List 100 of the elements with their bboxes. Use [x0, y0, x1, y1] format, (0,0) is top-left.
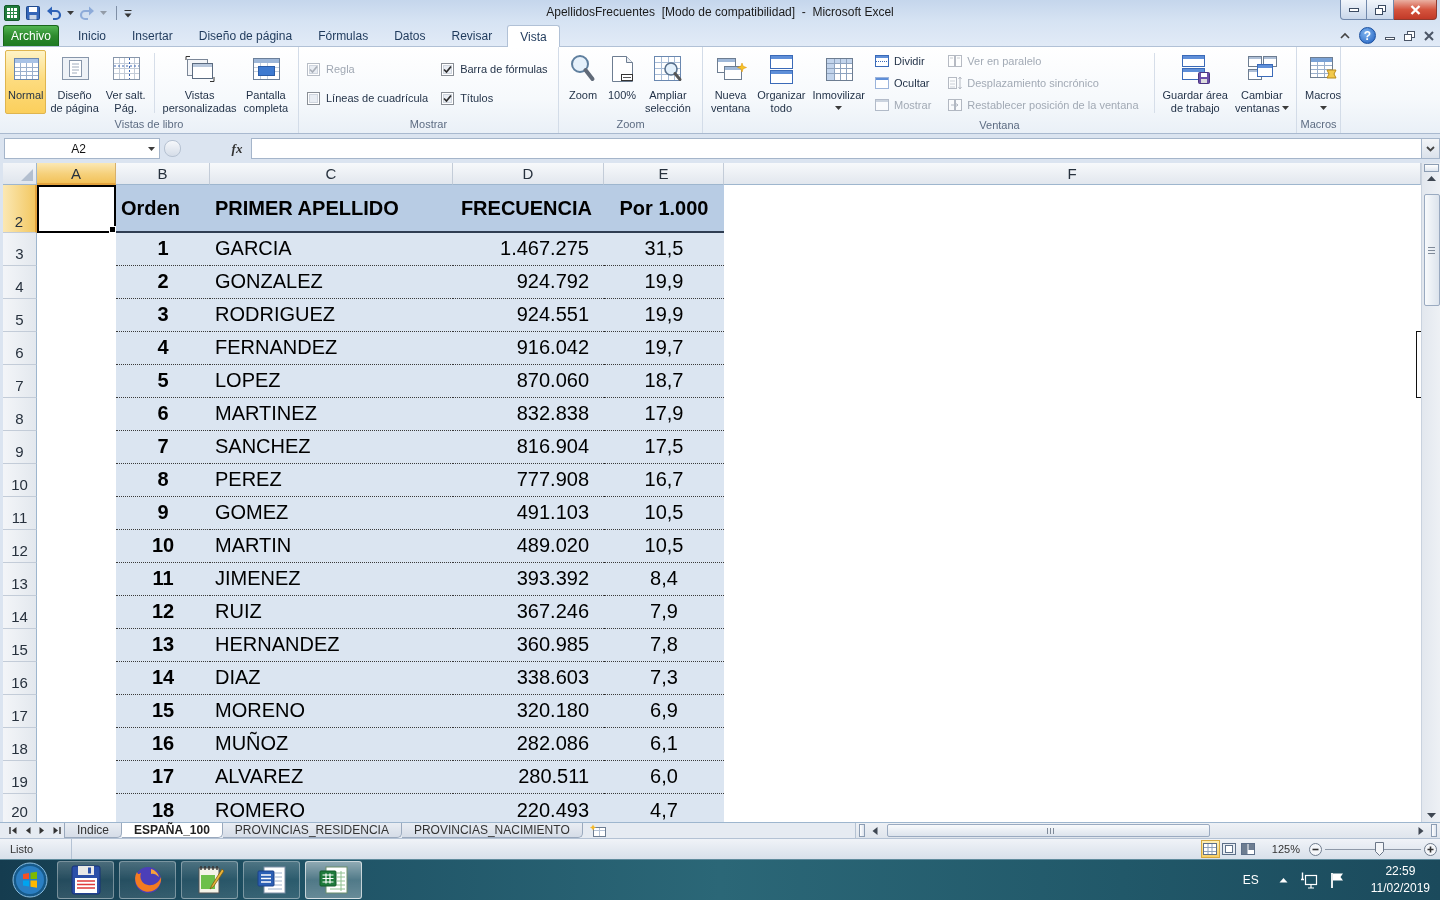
row-header[interactable]: 6: [3, 332, 37, 365]
scroll-right-icon[interactable]: [1417, 825, 1425, 836]
sheet-tab[interactable]: ESPAÑA_100: [122, 823, 223, 838]
view-button[interactable]: [1200, 840, 1220, 858]
checkbox-label[interactable]: Barra de fórmulas: [460, 63, 548, 75]
ribbon-button[interactable]: 100%: [603, 50, 641, 114]
row-header[interactable]: 8: [3, 398, 37, 431]
close-button[interactable]: [1394, 0, 1437, 20]
ribbon-button[interactable]: Macros: [1302, 50, 1345, 114]
taskbar-button[interactable]: [243, 861, 300, 899]
row-header[interactable]: 2: [3, 185, 37, 233]
row-header[interactable]: 14: [3, 596, 37, 629]
ribbon-button[interactable]: Pantalla completa: [240, 50, 292, 114]
column-header[interactable]: B: [116, 163, 210, 185]
minimize-button[interactable]: [1340, 0, 1367, 20]
flag-icon[interactable]: [1329, 871, 1345, 889]
row-header[interactable]: 20: [3, 794, 37, 822]
ribbon-button[interactable]: Vistas personalizadas: [159, 50, 240, 114]
caret-icon[interactable]: [67, 11, 74, 15]
row-header[interactable]: 3: [3, 233, 37, 266]
spreadsheet-icon[interactable]: [4, 5, 20, 21]
sheet-tab[interactable]: Indice: [64, 823, 123, 838]
save-icon[interactable]: [25, 5, 41, 21]
column-header[interactable]: E: [604, 163, 724, 185]
ribbon-button[interactable]: Zoom: [564, 50, 602, 114]
customize-icon[interactable]: [124, 8, 132, 18]
language-indicator[interactable]: ES: [1242, 873, 1259, 887]
undo-icon[interactable]: [46, 5, 62, 21]
restore-icon[interactable]: [1404, 30, 1415, 41]
formula-input[interactable]: [251, 138, 1422, 159]
checkbox[interactable]: [441, 91, 455, 105]
first-arrow-icon[interactable]: [9, 826, 17, 835]
name-box[interactable]: A2: [4, 138, 160, 159]
split-handle[interactable]: [1424, 164, 1439, 172]
caret-up-icon[interactable]: [1278, 877, 1288, 883]
left-arrow-icon[interactable]: [25, 826, 31, 835]
resize-handle[interactable]: [164, 140, 181, 157]
row-header[interactable]: 13: [3, 563, 37, 596]
close-icon[interactable]: [1424, 30, 1434, 41]
taskbar-button[interactable]: [181, 861, 238, 899]
row-header[interactable]: 10: [3, 464, 37, 497]
checkbox-label[interactable]: Títulos: [460, 92, 494, 104]
last-arrow-icon[interactable]: [53, 826, 61, 835]
taskbar-button[interactable]: [57, 861, 114, 899]
scroll-thumb[interactable]: [1423, 194, 1440, 306]
slider-thumb[interactable]: [1374, 842, 1384, 856]
ribbon-tab[interactable]: Datos: [381, 25, 439, 46]
split-handle[interactable]: [859, 824, 865, 837]
row-header[interactable]: 4: [3, 266, 37, 299]
view-button[interactable]: [1219, 840, 1239, 858]
ribbon-tab[interactable]: Revisar: [438, 25, 506, 46]
right-arrow-icon[interactable]: [39, 826, 45, 835]
ribbon-tab[interactable]: Fórmulas: [305, 25, 382, 46]
ribbon-button[interactable]: Ver salt. Pág.: [102, 50, 149, 114]
zoom-in-icon[interactable]: [1424, 842, 1437, 856]
sheet-tab[interactable]: PROVINCIAS_NACIMIENTO: [401, 823, 583, 838]
caret-icon[interactable]: [148, 146, 155, 151]
ribbon-button[interactable]: Cambiar ventanas: [1232, 50, 1292, 114]
row-header[interactable]: 11: [3, 497, 37, 530]
ribbon-tab[interactable]: Diseño de página: [185, 25, 306, 46]
ribbon-tab[interactable]: Insertar: [119, 25, 186, 46]
ribbon-button[interactable]: Diseño de página: [47, 50, 102, 114]
scroll-left-icon[interactable]: [871, 825, 879, 836]
ribbon-button[interactable]: Ocultar: [870, 73, 936, 93]
ribbon-tab[interactable]: Inicio: [65, 25, 120, 46]
column-header[interactable]: F: [724, 163, 1421, 185]
expand-button[interactable]: [1422, 138, 1440, 159]
column-header[interactable]: A: [37, 163, 116, 185]
chevron-up-icon[interactable]: [1340, 32, 1350, 39]
network-icon[interactable]: [1299, 871, 1318, 889]
restore-button[interactable]: [1367, 0, 1394, 20]
row-header[interactable]: 15: [3, 629, 37, 662]
ribbon-button[interactable]: Guardar área de trabajo: [1159, 50, 1231, 114]
row-header[interactable]: 12: [3, 530, 37, 563]
ribbon-tab[interactable]: Vista: [507, 25, 560, 47]
view-button[interactable]: [1238, 840, 1258, 858]
row-header[interactable]: 16: [3, 662, 37, 695]
ribbon-button[interactable]: Nueva ventana: [708, 50, 754, 114]
zoom-slider[interactable]: [1325, 842, 1421, 856]
new-sheet-icon[interactable]: [588, 824, 607, 837]
checkbox[interactable]: [441, 62, 455, 76]
row-header[interactable]: 17: [3, 695, 37, 728]
row-header[interactable]: 18: [3, 728, 37, 761]
ribbon-button[interactable]: Dividir: [870, 51, 936, 71]
checkbox[interactable]: [307, 91, 320, 105]
clock-button[interactable]: 22:59 11/02/2019: [1356, 863, 1440, 897]
insert-function-button[interactable]: fx: [225, 138, 249, 159]
row-header[interactable]: 19: [3, 761, 37, 794]
zoom-out-icon[interactable]: [1309, 842, 1322, 856]
zoom-level[interactable]: 125%: [1271, 843, 1300, 855]
column-header[interactable]: D: [453, 163, 604, 185]
scroll-thumb[interactable]: [887, 824, 1210, 837]
sheet-tab[interactable]: PROVINCIAS_RESIDENCIA: [222, 823, 402, 838]
taskbar-button[interactable]: [305, 861, 362, 899]
row-header[interactable]: 7: [3, 365, 37, 398]
ribbon-button[interactable]: Inmovilizar: [809, 50, 869, 114]
active-cell[interactable]: [37, 185, 116, 233]
row-header[interactable]: 5: [3, 299, 37, 332]
ribbon-button[interactable]: Ampliar selección: [642, 50, 694, 114]
ribbon-button[interactable]: Normal: [5, 50, 47, 114]
